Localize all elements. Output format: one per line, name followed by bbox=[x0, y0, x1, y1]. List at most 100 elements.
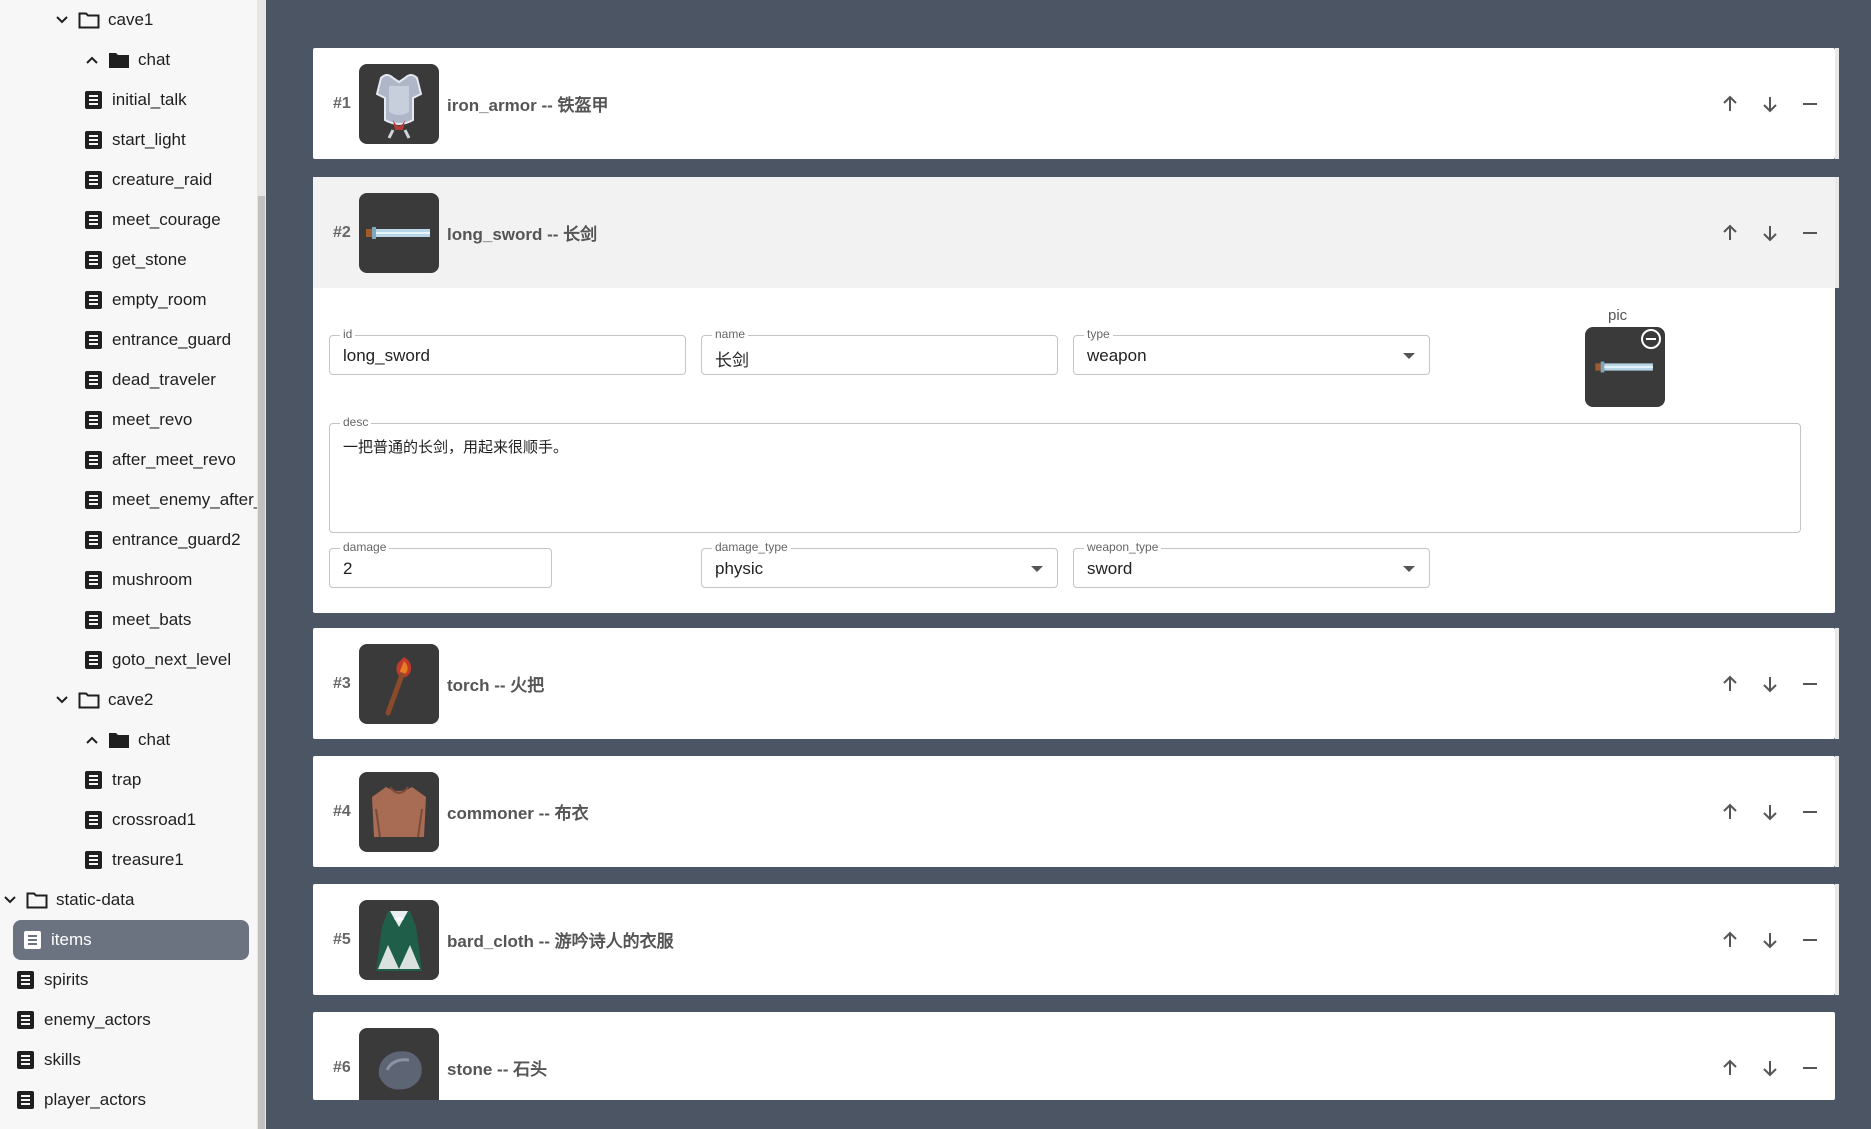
pic-preview[interactable] bbox=[1585, 327, 1665, 407]
tree-item-cave1[interactable]: cave1 bbox=[52, 0, 153, 40]
tree-item-goto-next-level[interactable]: goto_next_level bbox=[82, 640, 231, 680]
tree-item-label: trap bbox=[112, 770, 142, 789]
item-header[interactable]: #3 torch -- 火把 bbox=[313, 628, 1839, 739]
tree-item-label: after_meet_revo bbox=[112, 450, 236, 469]
tree-item-player-actors[interactable]: player_actors bbox=[14, 1080, 146, 1120]
name-value[interactable]: 长剑 bbox=[715, 346, 749, 371]
item-index: #4 bbox=[333, 802, 351, 820]
move-up-button[interactable] bbox=[1713, 216, 1747, 250]
remove-button[interactable] bbox=[1793, 923, 1827, 957]
tree-item-trap[interactable]: trap bbox=[82, 760, 141, 800]
tree-item-meet-revo[interactable]: meet_revo bbox=[82, 400, 192, 440]
chevron-down-icon[interactable] bbox=[0, 890, 20, 910]
tree-item-meet-courage[interactable]: meet_courage bbox=[82, 200, 221, 240]
tree-item-items[interactable]: items bbox=[13, 920, 249, 960]
weapon-type-select[interactable]: weapon_type sword bbox=[1073, 540, 1430, 588]
remove-button[interactable] bbox=[1793, 87, 1827, 121]
tree-item-entrance-guard[interactable]: entrance_guard bbox=[82, 320, 231, 360]
move-down-button[interactable] bbox=[1753, 87, 1787, 121]
sidebar-scrollbar[interactable] bbox=[257, 0, 266, 1129]
tree-item-label: chat bbox=[138, 50, 171, 69]
chevron-down-icon[interactable] bbox=[52, 10, 72, 30]
tree-item-label: chat bbox=[138, 730, 171, 749]
move-up-button[interactable] bbox=[1713, 795, 1747, 829]
item-card[interactable]: #3 torch -- 火把 bbox=[313, 628, 1839, 739]
tree-item-static-data[interactable]: static-data bbox=[0, 880, 134, 920]
tree-item-start-light[interactable]: start_light bbox=[82, 120, 186, 160]
torch-icon bbox=[359, 643, 439, 724]
item-header[interactable]: #4 commoner -- 布衣 bbox=[313, 756, 1839, 867]
damage-type-select[interactable]: damage_type physic bbox=[701, 540, 1058, 588]
sidebar: cave1 chat initial_talk start_light creature… bbox=[0, 0, 266, 1129]
folder-icon bbox=[26, 889, 48, 911]
tree-item-entrance-guard2[interactable]: entrance_guard2 bbox=[82, 520, 241, 560]
remove-button[interactable] bbox=[1793, 667, 1827, 701]
chevron-up-icon[interactable] bbox=[82, 50, 102, 70]
remove-button[interactable] bbox=[1793, 1051, 1827, 1085]
tree-item-label: initial_talk bbox=[112, 90, 187, 109]
desc-textarea[interactable]: desc 一把普通的长剑，用起来很顺手。 bbox=[329, 415, 1801, 533]
item-header[interactable]: #2 long_sword -- 长剑 bbox=[313, 177, 1839, 288]
chevron-up-icon[interactable] bbox=[82, 730, 102, 750]
tree-item-initial-talk[interactable]: initial_talk bbox=[82, 80, 187, 120]
tree-item-treasure1[interactable]: treasure1 bbox=[82, 840, 184, 880]
remove-button[interactable] bbox=[1793, 795, 1827, 829]
move-down-button[interactable] bbox=[1753, 923, 1787, 957]
move-down-button[interactable] bbox=[1753, 795, 1787, 829]
move-down-button[interactable] bbox=[1753, 667, 1787, 701]
item-title: commoner -- 布衣 bbox=[447, 804, 589, 823]
tree-item-crossroad1[interactable]: crossroad1 bbox=[82, 800, 196, 840]
tree-item-enemy-actors[interactable]: enemy_actors bbox=[14, 1000, 151, 1040]
folder-icon bbox=[78, 9, 100, 31]
item-card[interactable]: #4 commoner -- 布衣 bbox=[313, 756, 1839, 867]
tree-item-dead-traveler[interactable]: dead_traveler bbox=[82, 360, 216, 400]
tree-item-skills[interactable]: skills bbox=[14, 1040, 81, 1080]
item-card[interactable]: #6 stone -- 石头 bbox=[313, 1012, 1835, 1100]
document-icon bbox=[82, 329, 104, 351]
tree-item-get-stone[interactable]: get_stone bbox=[82, 240, 187, 280]
tree-item-mushroom[interactable]: mushroom bbox=[82, 560, 192, 600]
desc-value[interactable]: 一把普通的长剑，用起来很顺手。 bbox=[343, 436, 568, 457]
tree-item-after-meet-revo[interactable]: after_meet_revo bbox=[82, 440, 236, 480]
move-up-button[interactable] bbox=[1713, 667, 1747, 701]
document-icon bbox=[14, 1049, 36, 1071]
tree-item-meet-bats[interactable]: meet_bats bbox=[82, 600, 191, 640]
move-up-button[interactable] bbox=[1713, 923, 1747, 957]
tree-item-cave2[interactable]: cave2 bbox=[52, 680, 153, 720]
damage-field[interactable]: damage 2 bbox=[329, 540, 552, 588]
remove-pic-icon[interactable] bbox=[1641, 329, 1661, 349]
stone-icon bbox=[359, 1027, 439, 1100]
item-header[interactable]: #1 iron_armor -- 铁盔甲 bbox=[313, 48, 1839, 159]
tree-item-chat[interactable]: chat bbox=[82, 720, 170, 760]
item-card[interactable]: #1 iron_armor -- 铁盔甲 bbox=[313, 48, 1839, 159]
scrollbar-thumb[interactable] bbox=[258, 196, 265, 1129]
item-header[interactable]: #6 stone -- 石头 bbox=[313, 1012, 1835, 1100]
chevron-down-icon[interactable] bbox=[52, 690, 72, 710]
arrow-down-icon bbox=[1763, 225, 1777, 241]
arrow-down-icon bbox=[1763, 1060, 1777, 1076]
tree-item-creature-raid[interactable]: creature_raid bbox=[82, 160, 212, 200]
item-card-expanded[interactable]: #2 long_sword -- 长剑 id long_sword name 长… bbox=[313, 177, 1839, 613]
tree-item-spirits[interactable]: spirits bbox=[14, 960, 88, 1000]
move-up-button[interactable] bbox=[1713, 1051, 1747, 1085]
tree-item-meet-enemy-after-r[interactable]: meet_enemy_after_r bbox=[82, 480, 266, 520]
tree-item-chat[interactable]: chat bbox=[82, 40, 170, 80]
tree-item-label: meet_enemy_after_r bbox=[112, 490, 266, 509]
type-select[interactable]: type weapon bbox=[1073, 327, 1430, 375]
id-field[interactable]: id long_sword bbox=[329, 327, 686, 375]
item-index: #6 bbox=[333, 1058, 351, 1076]
tree-item-label: spirits bbox=[44, 970, 89, 989]
item-header[interactable]: #5 bard_cloth -- 游吟诗人的衣服 bbox=[313, 884, 1839, 995]
tree-item-label: meet_bats bbox=[112, 610, 192, 629]
damage-value[interactable]: 2 bbox=[343, 559, 352, 579]
move-up-button[interactable] bbox=[1713, 87, 1747, 121]
item-actions bbox=[1713, 756, 1827, 867]
id-value[interactable]: long_sword bbox=[343, 346, 430, 366]
remove-button[interactable] bbox=[1793, 216, 1827, 250]
move-down-button[interactable] bbox=[1753, 1051, 1787, 1085]
folder-icon bbox=[78, 689, 100, 711]
tree-item-empty-room[interactable]: empty_room bbox=[82, 280, 206, 320]
move-down-button[interactable] bbox=[1753, 216, 1787, 250]
item-card[interactable]: #5 bard_cloth -- 游吟诗人的衣服 bbox=[313, 884, 1839, 995]
name-field[interactable]: name 长剑 bbox=[701, 327, 1058, 375]
